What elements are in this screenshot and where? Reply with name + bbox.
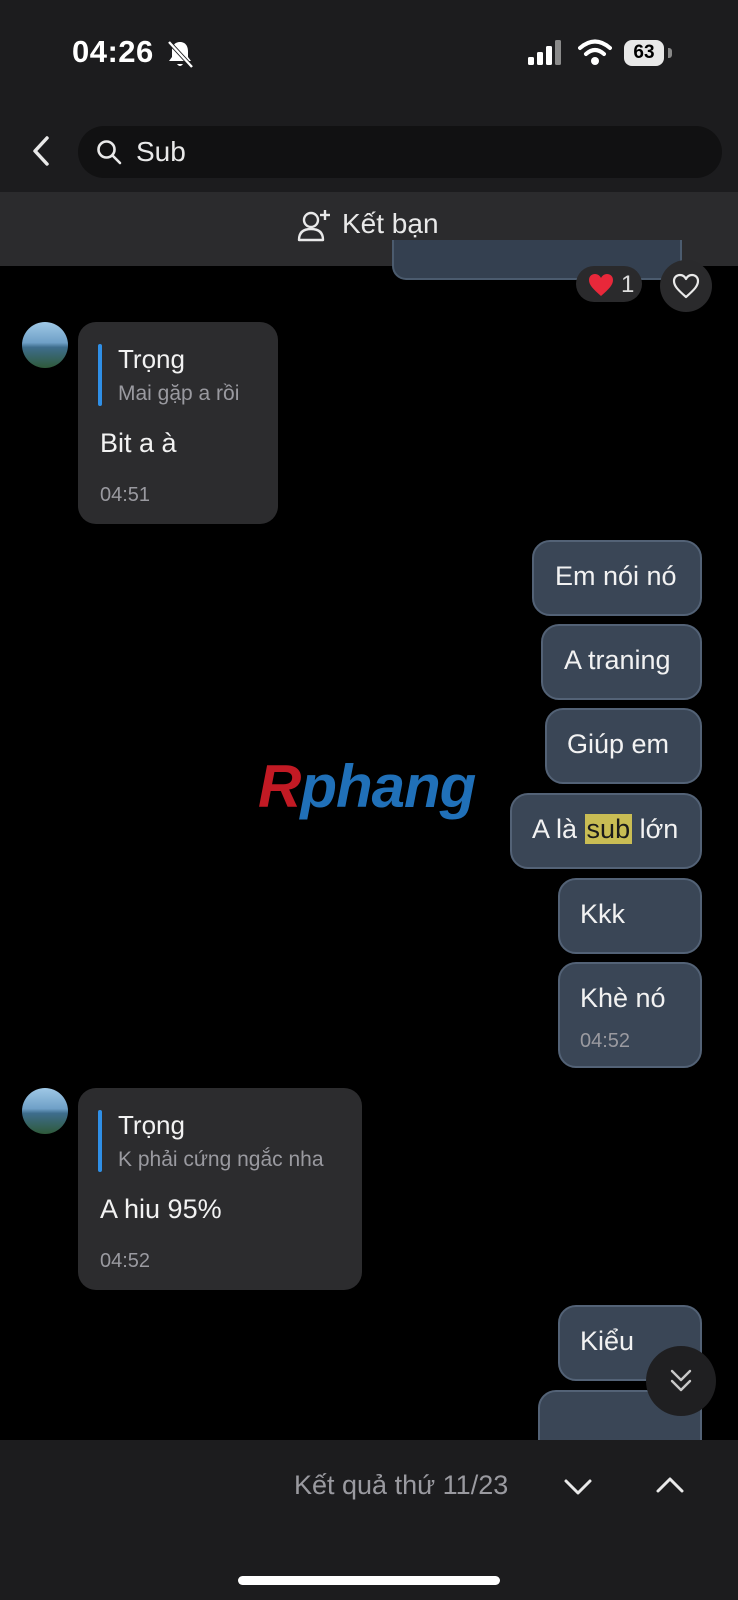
message-text: Bit a à	[100, 428, 177, 458]
search-icon	[97, 140, 122, 165]
cellular-signal-icon	[528, 40, 561, 65]
quote-sender-name: Trọng	[118, 1110, 185, 1140]
status-time: 04:26	[72, 34, 154, 69]
message-text: A traning	[564, 645, 671, 675]
avatar[interactable]	[22, 322, 68, 368]
search-highlight: sub	[584, 814, 633, 844]
message-text: Em nói nó	[555, 561, 677, 591]
message-text: Kiểu	[580, 1326, 635, 1356]
quote-sender-name: Trọng	[118, 344, 185, 374]
message-time: 04:52	[580, 1030, 631, 1052]
bell-muted-icon	[167, 40, 194, 69]
add-friend-icon	[297, 210, 330, 242]
search-result-counter: Kết quả thứ 11/23	[294, 1470, 509, 1500]
back-chevron-icon[interactable]	[28, 134, 54, 168]
quote-accent-bar	[98, 1110, 102, 1172]
chevron-up-icon[interactable]	[652, 1470, 688, 1500]
heart-reaction-icon	[589, 274, 613, 296]
message-text: Khè nó	[580, 983, 666, 1013]
message-text: A hiu 95%	[100, 1194, 222, 1224]
add-friend-label[interactable]: Kết bạn	[342, 208, 439, 240]
reaction-count: 1	[621, 271, 635, 298]
home-indicator[interactable]	[238, 1576, 500, 1585]
battery-nub	[668, 48, 672, 58]
quote-accent-bar	[98, 344, 102, 406]
message-text: Giúp em	[567, 729, 670, 759]
heart-outline-icon	[672, 273, 700, 299]
message-text-before: A là	[532, 814, 585, 844]
message-text: Kkk	[580, 899, 626, 929]
message-text: A là sub lớn	[532, 814, 678, 845]
wifi-icon	[578, 39, 612, 65]
chevron-down-icon[interactable]	[560, 1472, 596, 1502]
watermark-logo: Rphang	[258, 753, 476, 820]
double-chevron-down-icon	[670, 1369, 692, 1392]
quote-message-text: Mai gặp a rồi	[118, 382, 240, 405]
message-text-after: lớn	[632, 814, 679, 844]
message-time: 04:52	[100, 1250, 151, 1272]
search-value[interactable]: Sub	[136, 136, 186, 168]
quote-message-text: K phải cứng ngắc nha	[118, 1148, 324, 1171]
message-time: 04:51	[100, 484, 151, 506]
avatar[interactable]	[22, 1088, 68, 1134]
battery-indicator: 63	[624, 40, 664, 66]
